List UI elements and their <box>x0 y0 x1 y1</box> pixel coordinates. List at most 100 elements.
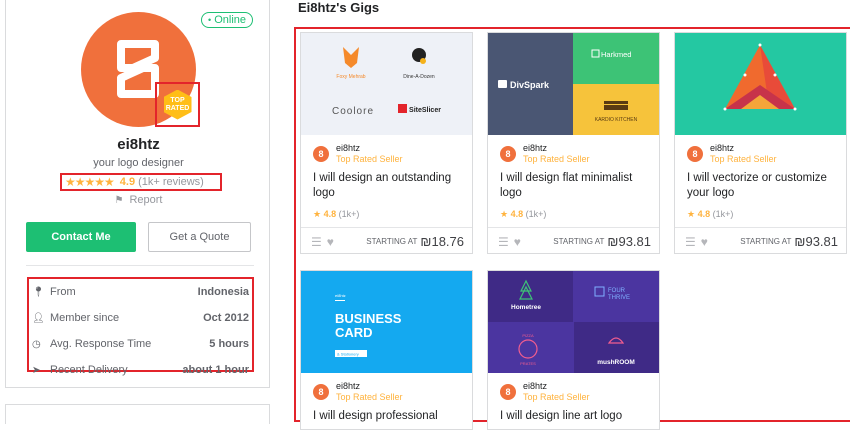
gig-title-link[interactable]: I will vectorize or customize your logo <box>687 171 842 201</box>
gig-card[interactable]: Hometree FOUR THRIVE PIZZA PRATES mushRO… <box>487 270 660 430</box>
logo-samples-image: Foxy Mehrab Dine-A-Dozen Coolore SiteSli… <box>332 47 441 117</box>
seller-name[interactable]: ei8htz <box>523 381 590 392</box>
gig-card[interactable]: DivSpark Harkmed KARDIO KITCHEN 8 ei8htz… <box>487 32 660 254</box>
gig-rating: ★ 4.8 (1k+) <box>687 209 733 220</box>
gig-card[interactable]: 8 ei8htz Top Rated Seller I will vectoriz… <box>674 32 847 254</box>
stat-label: Avg. Response Time <box>50 338 152 350</box>
gig-seller: 8 ei8htz Top Rated Seller <box>313 381 403 403</box>
seller-name[interactable]: ei8htz <box>523 143 590 154</box>
starting-at-label: STARTING AT <box>740 237 792 246</box>
gig-rating: ★ 4.8 (1k+) <box>500 209 546 220</box>
seller-level: Top Rated Seller <box>336 154 403 164</box>
gig-thumbnail[interactable]: Foxy Mehrab Dine-A-Dozen Coolore SiteSli… <box>301 33 472 135</box>
seller-name[interactable]: ei8htz <box>336 143 403 154</box>
stat-row-response-time: ◷ Avg. Response Time 5 hours <box>32 331 249 357</box>
contact-me-button[interactable]: Contact Me <box>26 222 136 252</box>
stat-row-member-since: 👤︎ Member since Oct 2012 <box>32 305 249 331</box>
gig-thumbnail[interactable]: DivSpark Harkmed KARDIO KITCHEN <box>488 33 659 135</box>
stat-row-recent-delivery: ➤ Recent Delivery about 1 hour <box>32 357 249 383</box>
clock-icon: ◷ <box>32 338 41 350</box>
thumb-label-coolore: Coolore <box>332 106 374 117</box>
seller-tagline: your logo designer <box>93 157 184 169</box>
gig-rating-count: (1k+) <box>712 209 734 219</box>
gig-title-link[interactable]: I will design line art logo <box>500 409 655 424</box>
heart-icon[interactable]: ♥ <box>701 235 741 249</box>
seller-level: Top Rated Seller <box>523 392 590 402</box>
heart-icon[interactable]: ♥ <box>327 235 367 249</box>
get-a-quote-button[interactable]: Get a Quote <box>148 222 251 252</box>
gig-thumbnail[interactable] <box>675 33 846 135</box>
online-status-badge: • Online <box>201 12 254 28</box>
profile-divider <box>26 265 254 266</box>
line-art-logos-image: Hometree FOUR THRIVE PIZZA PRATES mushRO… <box>488 271 659 373</box>
thumb-label-siteslicer: SiteSlicer <box>409 107 441 114</box>
gig-card[interactable]: ei8htz BUSINESS CARD & Stationery 8 ei8h… <box>300 270 473 430</box>
stat-label: From <box>50 286 76 298</box>
star-icon: ★ <box>500 209 509 219</box>
stat-value: 5 hours <box>209 338 249 350</box>
thumb-label-stationery: & Stationery <box>337 352 359 357</box>
heart-icon[interactable]: ♥ <box>514 235 554 249</box>
gig-price: ₪93.81 <box>607 234 651 249</box>
thumb-label-dine: Dine-A-Dozen <box>403 74 435 80</box>
seller-mini-avatar: 8 <box>500 146 516 162</box>
gig-price: ₪18.76 <box>420 234 464 249</box>
seller-level: Top Rated Seller <box>710 154 777 164</box>
seller-stats: 📍︎ From Indonesia 👤︎ Member since Oct 20… <box>27 277 254 376</box>
top-rated-badge-highlight: TOP RATED <box>155 82 200 127</box>
gig-seller: 8 ei8htz Top Rated Seller <box>687 143 777 165</box>
seller-name[interactable]: ei8htz <box>710 143 777 154</box>
vectorized-logo-image <box>723 43 797 111</box>
thumb-label-pizza: PIZZA <box>522 333 534 338</box>
stat-value: Oct 2012 <box>203 312 249 324</box>
rating-score: 4.9 <box>119 176 136 188</box>
gig-seller: 8 ei8htz Top Rated Seller <box>500 143 590 165</box>
thumb-label-business: BUSINESS <box>335 311 402 326</box>
star-icon: ★ <box>687 209 696 219</box>
seller-rating[interactable]: ★★★★★ 4.9 (1k+ reviews) <box>60 173 222 191</box>
thumb-label-divspark: DivSpark <box>510 80 550 90</box>
gig-title-link[interactable]: I will design an outstanding logo <box>313 171 468 201</box>
send-icon: ➤ <box>32 364 41 376</box>
gig-rating-count: (1k+) <box>338 209 360 219</box>
gig-price: ₪93.81 <box>794 234 838 249</box>
menu-icon[interactable]: ☰ <box>498 235 509 249</box>
gig-card[interactable]: Foxy Mehrab Dine-A-Dozen Coolore SiteSli… <box>300 32 473 254</box>
report-link[interactable]: ⚑ Report <box>6 194 271 206</box>
gigs-section-title: Ei8htz's Gigs <box>298 0 380 15</box>
secondary-profile-card <box>5 404 270 424</box>
thumb-label-harkmed: Harkmed <box>601 50 631 59</box>
stat-value: about 1 hour <box>182 364 249 376</box>
gig-rating-score: 4.8 <box>323 209 337 219</box>
thumb-label-prates: PRATES <box>520 361 536 366</box>
gig-thumbnail[interactable]: ei8htz BUSINESS CARD & Stationery <box>301 271 472 373</box>
rating-count: (1k+ reviews) <box>138 176 204 188</box>
seller-name[interactable]: ei8htz <box>336 381 403 392</box>
gig-title-link[interactable]: I will design professional <box>313 409 468 424</box>
menu-icon[interactable]: ☰ <box>685 235 696 249</box>
seller-mini-avatar: 8 <box>313 146 329 162</box>
starting-at-label: STARTING AT <box>366 237 418 246</box>
user-icon: 👤︎ <box>32 312 45 324</box>
gig-card-footer: ☰ ♥ STARTING AT ₪18.76 <box>301 227 472 255</box>
thumb-label-brand: ei8htz <box>335 293 346 298</box>
badge-line-2: RATED <box>165 104 190 112</box>
stat-row-from: 📍︎ From Indonesia <box>32 279 249 305</box>
stat-value: Indonesia <box>197 286 249 298</box>
gig-thumbnail[interactable]: Hometree FOUR THRIVE PIZZA PRATES mushRO… <box>488 271 659 373</box>
flag-icon: ⚑ <box>114 195 124 206</box>
status-dot-icon: • <box>208 15 212 25</box>
menu-icon[interactable]: ☰ <box>311 235 322 249</box>
gig-title-link[interactable]: I will design flat minimalist logo <box>500 171 655 201</box>
flat-logo-samples-image: DivSpark Harkmed KARDIO KITCHEN <box>498 33 659 135</box>
thumb-label-thrive: THRIVE <box>608 295 630 301</box>
gig-rating-count: (1k+) <box>525 209 547 219</box>
seller-username[interactable]: ei8htz <box>6 136 271 153</box>
gig-seller: 8 ei8htz Top Rated Seller <box>500 381 590 403</box>
business-card-image: ei8htz BUSINESS CARD & Stationery <box>335 293 402 357</box>
top-rated-badge: TOP RATED <box>163 89 192 120</box>
seller-mini-avatar: 8 <box>313 384 329 400</box>
seller-mini-avatar: 8 <box>687 146 703 162</box>
seller-level: Top Rated Seller <box>523 154 590 164</box>
stat-label: Member since <box>50 312 120 324</box>
